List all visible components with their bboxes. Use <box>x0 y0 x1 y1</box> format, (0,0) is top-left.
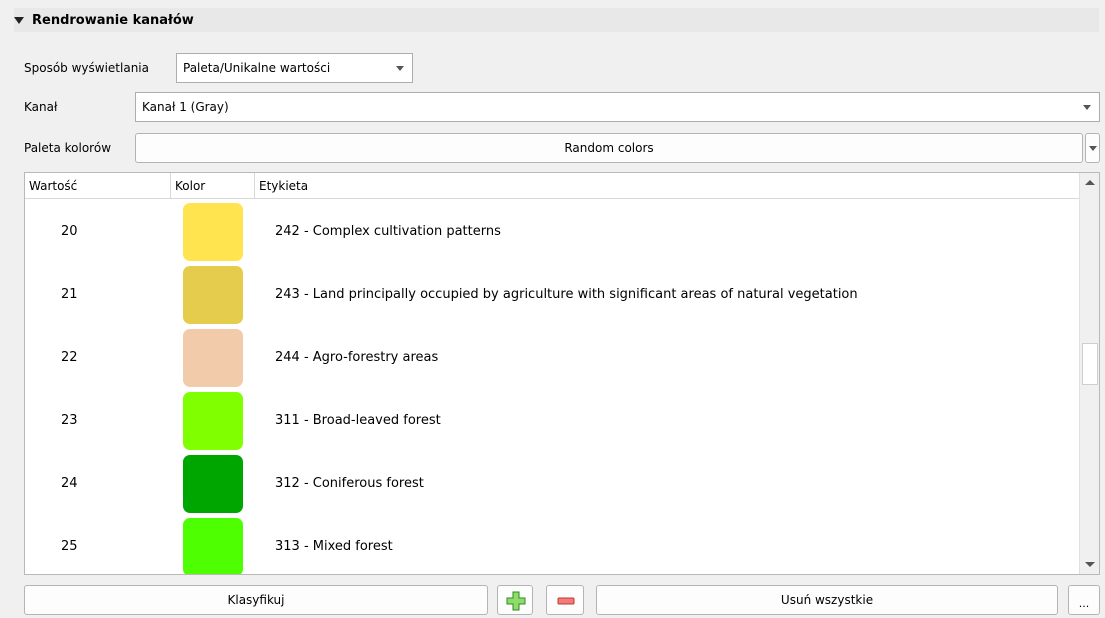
palette-value: Random colors <box>564 141 654 155</box>
color-swatch[interactable] <box>183 329 243 387</box>
table-row[interactable]: 24 312 - Coniferous forest <box>25 452 1079 515</box>
table-row[interactable]: 21 243 - Land principally occupied by agr… <box>25 263 1079 326</box>
table-body: 20 242 - Complex cultivation patterns 21 24… <box>25 200 1079 574</box>
row-value[interactable]: 20 <box>61 200 78 263</box>
palette-label: Paleta kolorów <box>24 141 112 155</box>
row-label[interactable]: 243 - Land principally occupied by agric… <box>275 263 858 326</box>
chevron-down-icon <box>1088 145 1097 151</box>
chevron-down-icon <box>396 66 404 71</box>
minus-icon <box>557 597 575 605</box>
table-row[interactable]: 25 313 - Mixed forest <box>25 515 1079 574</box>
row-value[interactable]: 22 <box>61 326 78 389</box>
row-label[interactable]: 242 - Complex cultivation patterns <box>275 200 501 263</box>
plus-icon <box>506 591 526 611</box>
table-row[interactable]: 22 244 - Agro-forestry areas <box>25 326 1079 389</box>
row-value[interactable]: 23 <box>61 389 78 452</box>
classify-label: Klasyfikuj <box>227 593 285 607</box>
scroll-down-icon[interactable] <box>1085 562 1095 567</box>
classify-button[interactable]: Klasyfikuj <box>24 585 488 615</box>
band-rendering-panel: Rendrowanie kanałów Sposób wyświetlania … <box>0 0 1105 618</box>
palette-button[interactable]: Random colors <box>135 133 1083 163</box>
palette-dropdown-button[interactable] <box>1085 133 1100 163</box>
classes-table: Wartość Kolor Etykieta 20 242 - Complex c… <box>24 172 1100 575</box>
chevron-down-icon <box>1083 105 1091 110</box>
row-value[interactable]: 24 <box>61 452 78 515</box>
color-swatch[interactable] <box>183 518 243 574</box>
remove-class-button[interactable] <box>546 585 584 615</box>
row-label[interactable]: 312 - Coniferous forest <box>275 452 424 515</box>
color-swatch[interactable] <box>183 203 243 261</box>
table-header: Wartość Kolor Etykieta <box>25 173 1079 199</box>
band-value: Kanał 1 (Gray) <box>142 100 229 114</box>
row-label[interactable]: 311 - Broad-leaved forest <box>275 389 441 452</box>
row-label[interactable]: 244 - Agro-forestry areas <box>275 326 438 389</box>
table-row[interactable]: 23 311 - Broad-leaved forest <box>25 389 1079 452</box>
band-label: Kanał <box>24 100 58 114</box>
delete-all-button[interactable]: Usuń wszystkie <box>596 585 1058 615</box>
column-header-label[interactable]: Etykieta <box>255 173 1079 199</box>
render-type-label: Sposób wyświetlania <box>24 61 149 75</box>
section-header[interactable]: Rendrowanie kanałów <box>14 8 1099 32</box>
band-combo[interactable]: Kanał 1 (Gray) <box>135 92 1100 122</box>
more-label: ... <box>1078 596 1090 610</box>
render-type-combo[interactable]: Paleta/Unikalne wartości <box>176 53 413 83</box>
color-swatch[interactable] <box>183 392 243 450</box>
vertical-scrollbar[interactable] <box>1079 173 1099 574</box>
render-type-value: Paleta/Unikalne wartości <box>183 61 331 75</box>
row-value[interactable]: 25 <box>61 515 78 574</box>
triangle-down-icon[interactable] <box>14 16 24 24</box>
more-options-button[interactable]: ... <box>1068 585 1100 615</box>
delete-all-label: Usuń wszystkie <box>780 593 874 607</box>
section-title: Rendrowanie kanałów <box>32 12 194 28</box>
add-class-button[interactable] <box>497 585 533 615</box>
row-value[interactable]: 21 <box>61 263 78 326</box>
color-swatch[interactable] <box>183 455 243 513</box>
column-header-value[interactable]: Wartość <box>25 173 171 199</box>
scroll-up-icon[interactable] <box>1085 180 1095 185</box>
table-row[interactable]: 20 242 - Complex cultivation patterns <box>25 200 1079 263</box>
column-header-color[interactable]: Kolor <box>171 173 255 199</box>
row-label[interactable]: 313 - Mixed forest <box>275 515 393 574</box>
scrollbar-thumb[interactable] <box>1082 343 1098 385</box>
color-swatch[interactable] <box>183 266 243 324</box>
